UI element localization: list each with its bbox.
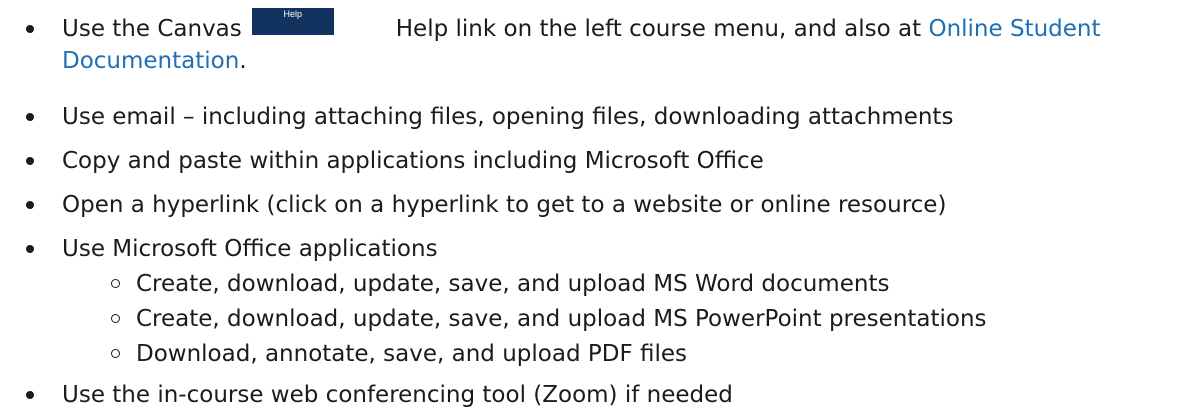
bullet-list: Use the Canvas Help Help link on the left … [0,0,1201,418]
list-item-text-wrap: Documentation. [62,46,247,76]
list-item-text-middle: Help link on the left course menu, and a… [395,16,922,42]
list-item-text: Open a hyperlink (click on a hyperlink t… [62,192,947,218]
list-item: Use Microsoft Office applications [0,234,1201,264]
list-item-text-start: Use the Canvas [62,16,242,42]
help-button[interactable]: Help [251,8,334,35]
list-item: Use the Canvas Help Help link on the left … [0,8,1201,78]
list-item: Copy and paste within applications inclu… [0,146,1201,176]
bullet-icon [26,245,34,253]
sub-list-item: Create, download, update, save, and uplo… [0,304,1201,334]
circle-bullet-icon [111,279,120,288]
list-item-text: Use the Canvas Help Help link on the left … [62,8,1101,44]
circle-bullet-icon [111,314,120,323]
sub-list-item-text: Create, download, update, save, and uplo… [136,306,987,332]
list-item: Use the in-course web conferencing tool … [0,380,1201,410]
list-item-text: Use the in-course web conferencing tool … [62,382,733,408]
sub-list-item: Download, annotate, save, and upload PDF… [0,339,1201,369]
help-button-label: Help [283,9,303,19]
list-item: Use email – including attaching files, o… [0,102,1201,132]
sub-list-item: Create, download, update, save, and uplo… [0,269,1201,299]
list-item-text: Use email – including attaching files, o… [62,104,954,130]
online-student-documentation-link[interactable]: Online Student [928,16,1100,42]
bullet-icon [26,25,34,33]
list-item-text: Copy and paste within applications inclu… [62,148,764,174]
circle-bullet-icon [111,349,120,358]
list-item-text: Use Microsoft Office applications [62,236,438,262]
bullet-icon [26,157,34,165]
sub-list-item-text: Download, annotate, save, and upload PDF… [136,341,687,367]
list-item: Open a hyperlink (click on a hyperlink t… [0,190,1201,220]
bullet-icon [26,391,34,399]
sub-list-item-text: Create, download, update, save, and uplo… [136,271,890,297]
bullet-icon [26,113,34,121]
online-student-documentation-link-cont[interactable]: Documentation [62,48,239,74]
bullet-icon [26,201,34,209]
period: . [239,48,247,74]
